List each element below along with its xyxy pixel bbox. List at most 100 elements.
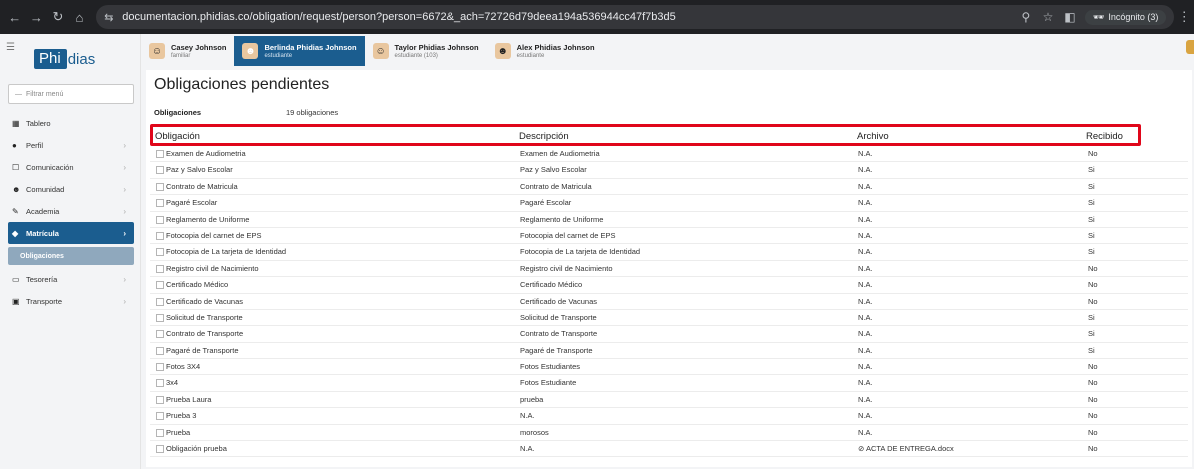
table-row[interactable]: Prueba morosos N.A. No xyxy=(150,425,1188,442)
table-row[interactable]: Fotos 3X4 Fotos Estudiantes N.A. No xyxy=(150,359,1188,376)
file-cell[interactable]: ⊘ ACTA DE ENTREGA.docx xyxy=(858,444,954,453)
sidebar-item-academia[interactable]: ✎ Academia › xyxy=(8,200,134,222)
submenu-item-obligaciones[interactable]: Obligaciones xyxy=(8,247,134,265)
received-cell: No xyxy=(1088,378,1098,388)
sidebar-item-tesoreria[interactable]: ▭ Tesorería › xyxy=(8,268,134,290)
row-checkbox[interactable] xyxy=(156,445,164,454)
table-row[interactable]: Prueba Laura prueba N.A. No xyxy=(150,392,1188,409)
student-tab[interactable]: ☻ Alex Phidias Johnson estudiante xyxy=(487,36,603,66)
obligation-cell: Prueba xyxy=(166,427,191,437)
row-checkbox[interactable] xyxy=(156,264,164,273)
row-checkbox[interactable] xyxy=(156,346,164,355)
sidebar-item-matricula[interactable]: ◆ Matrícula › xyxy=(8,222,134,244)
column-header-description[interactable]: Descripción xyxy=(519,131,569,142)
sidebar-item-comunidad[interactable]: ☻ Comunidad › xyxy=(8,178,134,200)
user-icon: ● xyxy=(12,140,17,150)
user-avatar[interactable] xyxy=(1186,40,1194,54)
filter-menu-input[interactable]: — Filtrar menú xyxy=(8,84,134,104)
table-row[interactable]: Pagaré Escolar Pagaré Escolar N.A. Si xyxy=(150,195,1188,212)
row-checkbox[interactable] xyxy=(156,363,164,372)
student-tab[interactable]: ☺ Taylor Phidias Johnson estudiante (103) xyxy=(365,36,487,66)
table-row[interactable]: 3x4 Fotos Estudiante N.A. No xyxy=(150,375,1188,392)
sidebar-item-perfil[interactable]: ● Perfil › xyxy=(8,134,134,156)
received-cell: Si xyxy=(1088,214,1095,224)
chevron-right-icon: › xyxy=(123,296,126,306)
table-row[interactable]: Certificado de Vacunas Certificado de Vac… xyxy=(150,294,1188,310)
row-checkbox[interactable] xyxy=(156,150,164,158)
table-body: Examen de Audiometria Examen de Audiometr… xyxy=(150,146,1188,458)
description-cell: Pagaré Escolar xyxy=(520,198,572,208)
enrollment-icon: ◆ xyxy=(12,228,19,238)
chevron-right-icon: › xyxy=(123,162,126,172)
table-row[interactable]: Contrato de Matricula Contrato de Matricu… xyxy=(150,179,1188,196)
sidebar-item-label: Perfil xyxy=(26,140,44,150)
table-row[interactable]: Contrato de Transporte Contrato de Transp… xyxy=(150,326,1188,343)
reload-icon[interactable]: ↻ xyxy=(47,6,69,28)
student-role: estudiante (103) xyxy=(394,52,438,59)
received-cell: Si xyxy=(1088,312,1095,322)
student-info: Berlinda Phidias Johnson estudiante xyxy=(264,43,356,60)
table-row[interactable]: Obligación prueba N.A. ⊘ ACTA DE ENTREGA.d… xyxy=(150,441,1188,458)
table-row[interactable]: Paz y Salvo Escolar Paz y Salvo Escolar N.… xyxy=(150,162,1188,179)
forward-icon[interactable]: → xyxy=(26,6,48,28)
sidebar-item-label: Academia xyxy=(26,206,60,216)
received-cell: Si xyxy=(1088,247,1095,257)
row-checkbox[interactable] xyxy=(156,166,164,175)
column-header-file[interactable]: Archivo xyxy=(857,131,889,142)
table-row[interactable]: Solicitud de Transporte Solicitud de Tran… xyxy=(150,310,1188,327)
sidebar-item-tablero[interactable]: ▦ Tablero xyxy=(8,112,134,134)
row-checkbox[interactable] xyxy=(156,428,164,437)
row-checkbox[interactable] xyxy=(156,395,164,404)
site-info-icon[interactable]: ⇆ xyxy=(104,11,122,24)
phidias-logo[interactable]: Phi dias xyxy=(34,49,95,69)
row-checkbox[interactable] xyxy=(156,412,164,421)
received-cell: Si xyxy=(1088,345,1095,355)
row-checkbox[interactable] xyxy=(156,215,164,224)
row-checkbox[interactable] xyxy=(156,330,164,339)
description-cell: N.A. xyxy=(520,411,535,421)
obligation-cell: Contrato de Matricula xyxy=(166,181,238,191)
sidebar-item-label: Tesorería xyxy=(26,274,58,284)
row-checkbox[interactable] xyxy=(156,199,164,208)
sidebar-item-comunicacion[interactable]: ☐ Comunicación › xyxy=(8,156,134,178)
sidebar-item-label: Transporte xyxy=(26,296,62,306)
sidebar-toggle-icon[interactable]: ☰ xyxy=(6,42,15,53)
back-icon[interactable]: ← xyxy=(4,6,26,28)
side-panel-icon[interactable]: ◧ xyxy=(1059,10,1081,24)
file-cell: N.A. xyxy=(858,378,873,388)
address-bar[interactable]: ⇆ documentacion.phidias.co/obligation/re… xyxy=(96,5,1175,29)
treasury-icon: ▭ xyxy=(12,274,20,284)
table-row[interactable]: Examen de Audiometria Examen de Audiometr… xyxy=(150,146,1188,163)
incognito-badge[interactable]: 🕶 Incógnito (3) xyxy=(1084,9,1167,25)
table-row[interactable]: Fotocopia del carnet de EPS Fotocopia del… xyxy=(150,228,1188,245)
row-checkbox[interactable] xyxy=(156,248,164,257)
dashboard-icon: ▦ xyxy=(12,118,20,128)
table-row[interactable]: Certificado Médico Certificado Médico N.A.… xyxy=(150,277,1188,294)
student-tab[interactable]: ☻ Berlinda Phidias Johnson estudiante xyxy=(234,36,365,66)
attachment-link[interactable]: ACTA DE ENTREGA.docx xyxy=(866,444,954,453)
obligation-cell: Fotocopia de La tarjeta de Identidad xyxy=(166,247,287,257)
table-row[interactable]: Prueba 3 N.A. N.A. No xyxy=(150,408,1188,425)
sidebar-item-transporte[interactable]: ▣ Transporte › xyxy=(8,290,134,312)
url-text[interactable]: documentacion.phidias.co/obligation/requ… xyxy=(122,11,1015,23)
home-icon[interactable]: ⌂ xyxy=(69,6,91,28)
bookmark-star-icon[interactable]: ☆ xyxy=(1037,10,1059,24)
column-header-obligation[interactable]: Obligación xyxy=(155,131,200,142)
row-checkbox[interactable] xyxy=(156,231,164,240)
row-checkbox[interactable] xyxy=(156,313,164,322)
table-row[interactable]: Registro civil de Nacimiento Registro civ… xyxy=(150,261,1188,278)
row-checkbox[interactable] xyxy=(156,182,164,191)
table-row[interactable]: Fotocopia de La tarjeta de Identidad Foto… xyxy=(150,244,1188,261)
table-row[interactable]: Reglamento de Uniforme Reglamento de Unif… xyxy=(150,212,1188,228)
student-tab[interactable]: ☺ Casey Johnson familiar xyxy=(141,36,234,66)
file-cell: N.A. xyxy=(858,362,873,372)
zoom-icon[interactable]: ⚲ xyxy=(1015,10,1037,24)
row-checkbox[interactable] xyxy=(156,297,164,306)
row-checkbox[interactable] xyxy=(156,379,164,388)
sidebar-item-label: Comunicación xyxy=(26,162,74,172)
table-row[interactable]: Pagaré de Transporte Pagaré de Transporte… xyxy=(150,343,1188,360)
column-header-received[interactable]: Recibido xyxy=(1086,131,1123,142)
student-info: Alex Phidias Johnson estudiante xyxy=(517,43,595,60)
browser-menu-icon[interactable]: ⋮ xyxy=(1174,9,1194,25)
row-checkbox[interactable] xyxy=(156,281,164,290)
